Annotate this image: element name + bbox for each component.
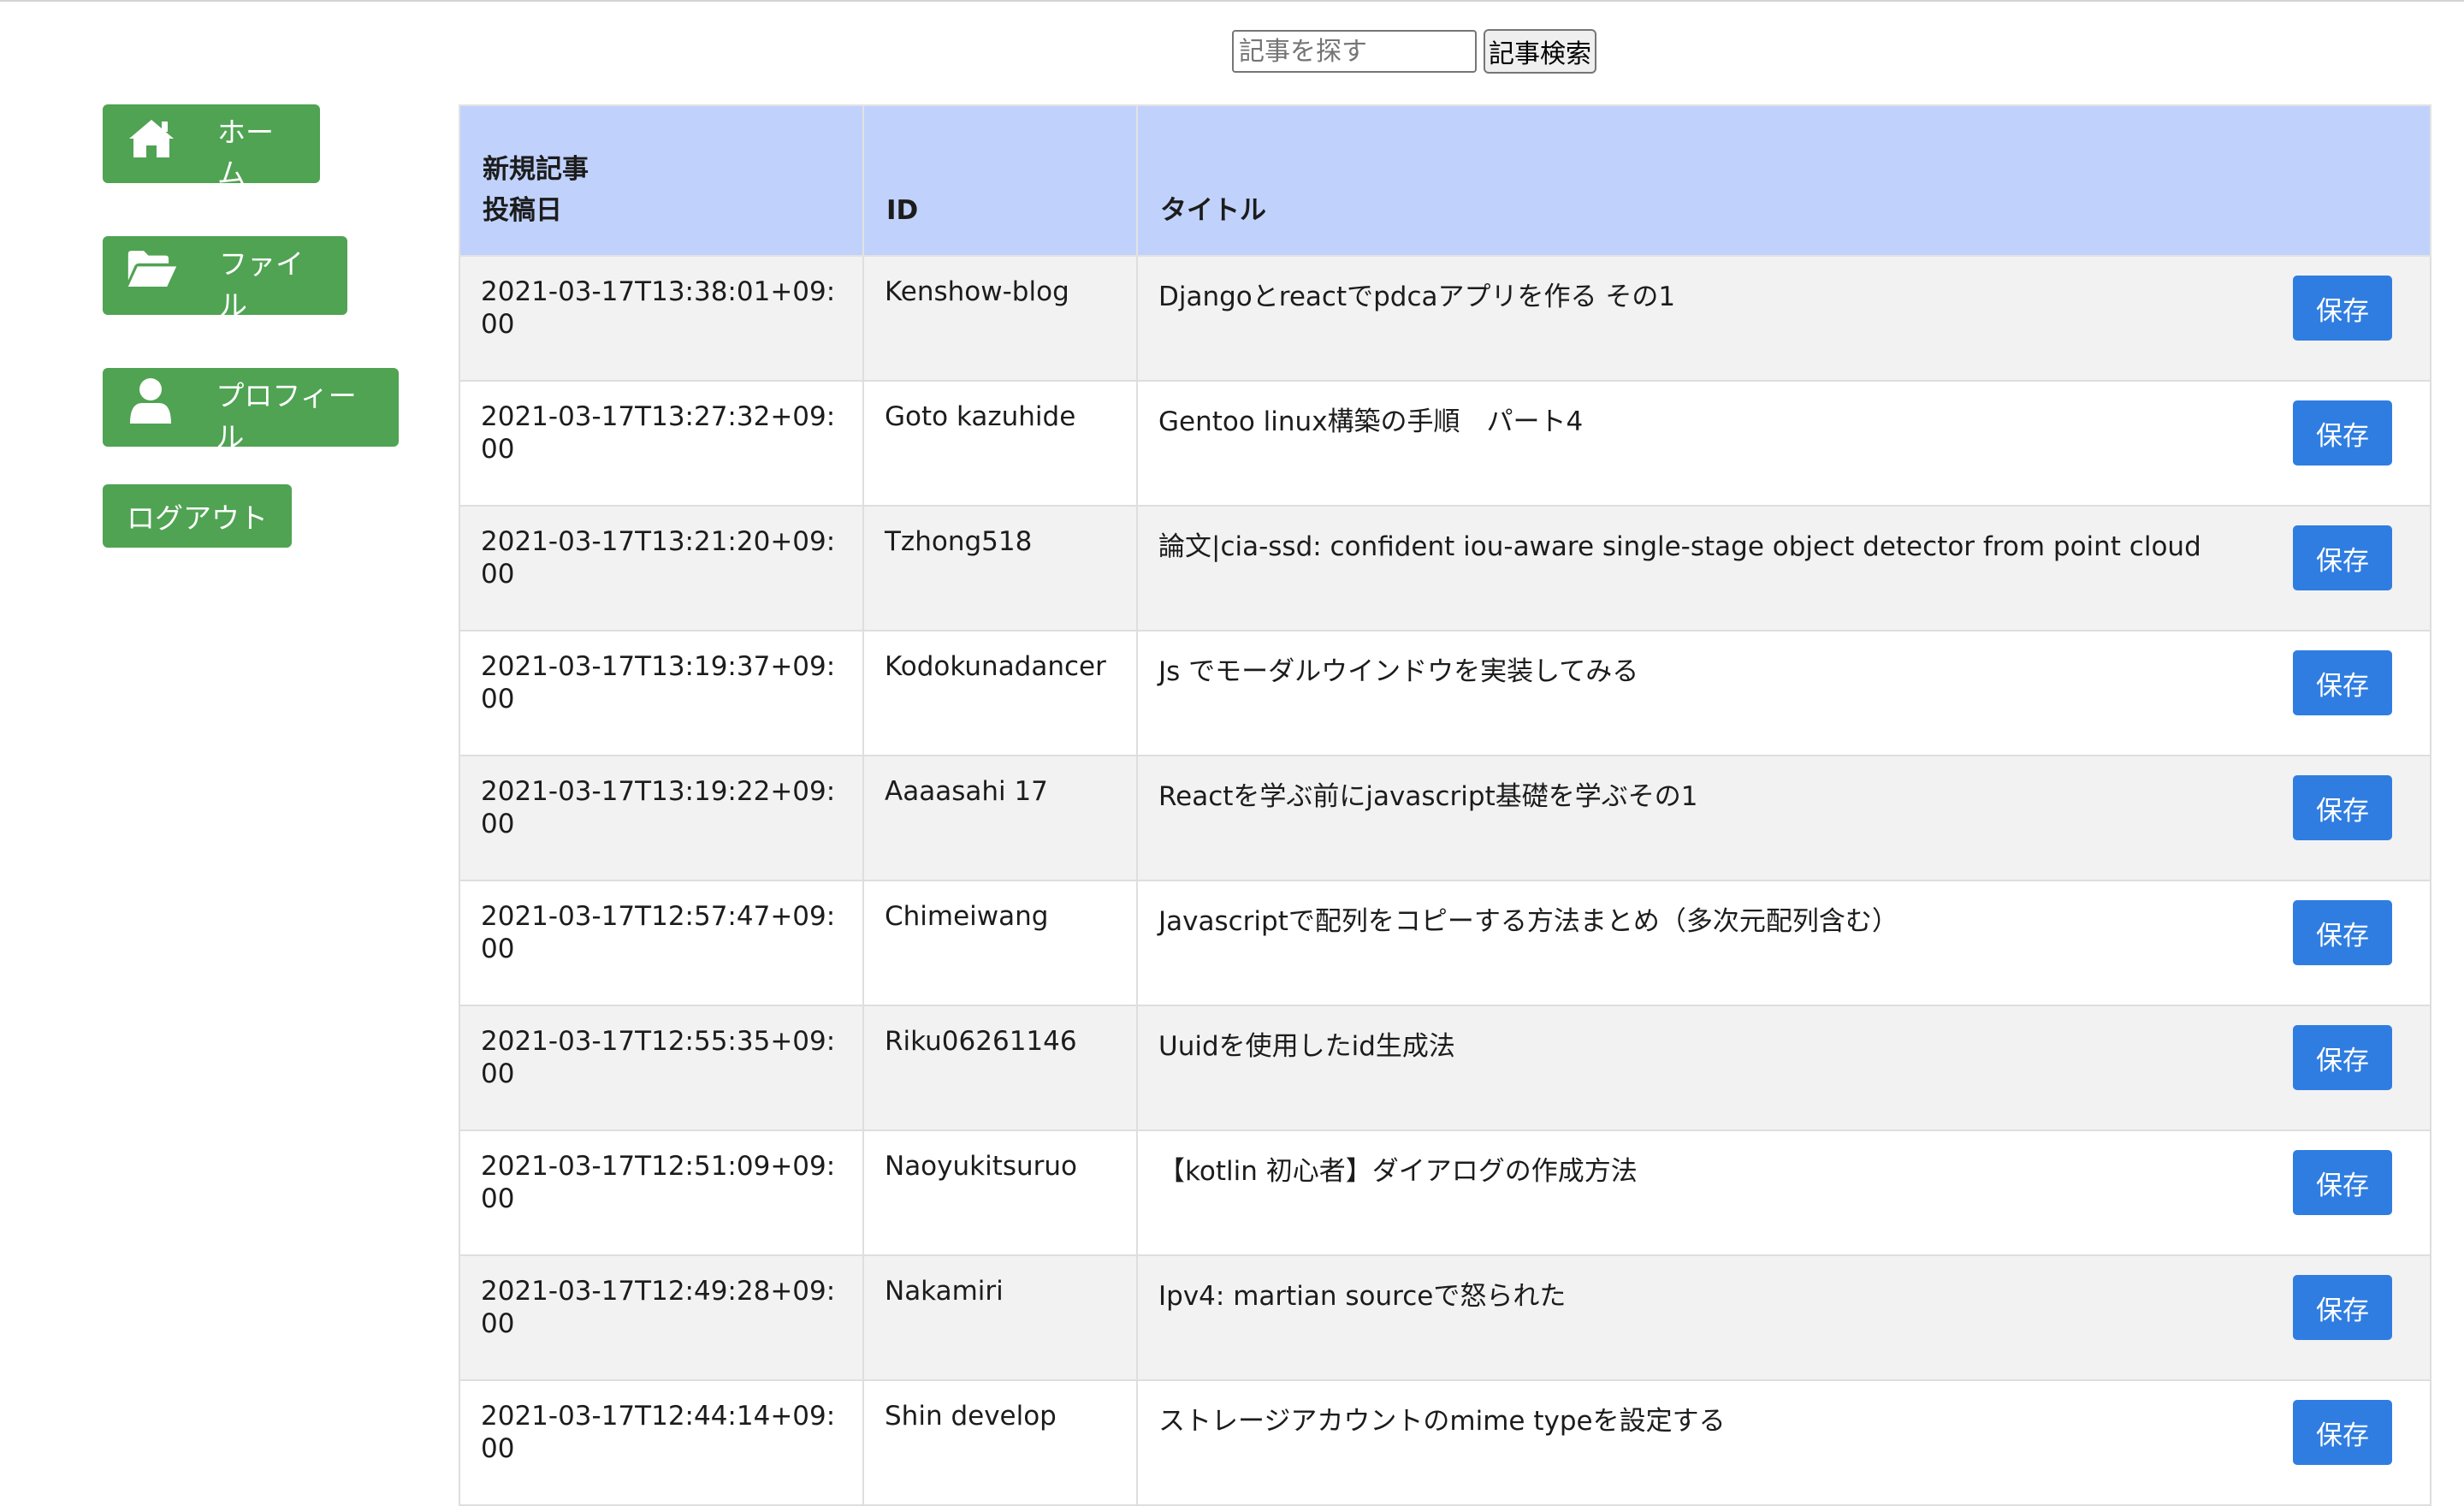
row-date: 2021-03-17T13:21:20+09:00	[459, 505, 864, 631]
row-id: Nakamiri	[862, 1254, 1138, 1381]
row-date: 2021-03-17T12:49:28+09:00	[459, 1254, 864, 1381]
row-id: Goto kazuhide	[862, 380, 1138, 507]
table-row: 2021-03-17T13:27:32+09:00 Goto kazuhide Ge…	[459, 380, 2431, 507]
save-button[interactable]: 保存	[2293, 900, 2392, 965]
table-row: 2021-03-17T13:21:20+09:00 Tzhong518 論文|cia…	[459, 505, 2431, 631]
row-date: 2021-03-17T12:55:35+09:00	[459, 1005, 864, 1131]
table-row: 2021-03-17T12:51:09+09:00 Naoyukitsuruo 【k…	[459, 1130, 2431, 1256]
row-date: 2021-03-17T12:51:09+09:00	[459, 1130, 864, 1256]
save-button[interactable]: 保存	[2293, 400, 2392, 465]
row-title[interactable]: Reactを学ぶ前にjavascript基礎を学ぶその1	[1158, 775, 2409, 813]
row-id: Kodokunadancer	[862, 630, 1138, 756]
sidebar-item-home[interactable]: ホーム	[103, 104, 320, 190]
table-body: 2021-03-17T13:38:01+09:00 Kenshow-blog Dja…	[459, 255, 2431, 1506]
row-title[interactable]: ストレージアカウントのmime typeを設定する	[1158, 1400, 2409, 1438]
row-title[interactable]: Javascriptで配列をコピーする方法まとめ（多次元配列含む）	[1158, 900, 2409, 938]
header-title: タイトル	[1136, 104, 2431, 257]
header-date-line2: 投稿日	[483, 195, 562, 226]
row-title[interactable]: Ipv4: martian sourceで怒られた	[1158, 1275, 2409, 1313]
row-date: 2021-03-17T12:57:47+09:00	[459, 880, 864, 1006]
save-button[interactable]: 保存	[2293, 525, 2392, 590]
table-row: 2021-03-17T13:19:22+09:00 Aaaasahi 17 Reac…	[459, 755, 2431, 881]
row-date: 2021-03-17T12:44:14+09:00	[459, 1379, 864, 1506]
row-title[interactable]: Gentoo linux構築の手順 パート4	[1158, 400, 2409, 438]
table-row: 2021-03-17T13:38:01+09:00 Kenshow-blog Dja…	[459, 255, 2431, 382]
table-row: 2021-03-17T12:55:35+09:00 Riku06261146 Uui…	[459, 1005, 2431, 1131]
row-title[interactable]: 【kotlin 初心者】ダイアログの作成方法	[1158, 1150, 2409, 1188]
row-id: Tzhong518	[862, 505, 1138, 631]
row-title-cell: Djangoとreactでpdcaアプリを作る その1 保存	[1136, 255, 2431, 382]
table-header-row: 新規記事投稿日 ID タイトル	[459, 104, 2431, 257]
folder-open-icon	[127, 244, 178, 295]
row-id: Kenshow-blog	[862, 255, 1138, 382]
row-date: 2021-03-17T13:38:01+09:00	[459, 255, 864, 382]
row-title[interactable]: 論文|cia-ssd: confident iou-aware single-s…	[1158, 525, 2409, 563]
sidebar: ホーム ファイル プロフィール ログアウト	[103, 104, 399, 548]
row-title-cell: 論文|cia-ssd: confident iou-aware single-s…	[1136, 505, 2431, 631]
search-button[interactable]: 記事検索	[1484, 29, 1596, 74]
top-border	[0, 0, 2464, 2]
table-row: 2021-03-17T12:57:47+09:00 Chimeiwang Javas…	[459, 880, 2431, 1006]
save-button[interactable]: 保存	[2293, 775, 2392, 840]
search-bar: 記事検索	[1232, 29, 1596, 74]
save-button[interactable]: 保存	[2293, 1025, 2392, 1090]
logout-button[interactable]: ログアウト	[103, 484, 292, 548]
save-button[interactable]: 保存	[2293, 650, 2392, 715]
row-id: Shin develop	[862, 1379, 1138, 1506]
row-date: 2021-03-17T13:27:32+09:00	[459, 380, 864, 507]
row-id: Naoyukitsuruo	[862, 1130, 1138, 1256]
header-id: ID	[862, 104, 1138, 257]
sidebar-item-file[interactable]: ファイル	[103, 236, 347, 322]
articles-table-wrapper: 新規記事投稿日 ID タイトル 2021-03-17T13:38:01+09:0…	[459, 104, 2431, 1506]
save-button[interactable]: 保存	[2293, 1150, 2392, 1215]
row-title-cell: Javascriptで配列をコピーする方法まとめ（多次元配列含む） 保存	[1136, 880, 2431, 1006]
save-button[interactable]: 保存	[2293, 276, 2392, 341]
row-id: Chimeiwang	[862, 880, 1138, 1006]
sidebar-item-label: ファイル	[219, 247, 304, 322]
sidebar-item-label: プロフィール	[216, 379, 357, 454]
row-title-cell: Gentoo linux構築の手順 パート4 保存	[1136, 380, 2431, 507]
search-input[interactable]	[1232, 30, 1477, 73]
row-title-cell: Reactを学ぶ前にjavascript基礎を学ぶその1 保存	[1136, 755, 2431, 881]
articles-table: 新規記事投稿日 ID タイトル 2021-03-17T13:38:01+09:0…	[459, 104, 2431, 1506]
sidebar-item-profile[interactable]: プロフィール	[103, 368, 399, 454]
row-title-cell: Ipv4: martian sourceで怒られた 保存	[1136, 1254, 2431, 1381]
save-button[interactable]: 保存	[2293, 1400, 2392, 1465]
row-title[interactable]: Djangoとreactでpdcaアプリを作る その1	[1158, 276, 2409, 313]
table-row: 2021-03-17T12:44:14+09:00 Shin develop ストレ…	[459, 1379, 2431, 1506]
row-date: 2021-03-17T13:19:37+09:00	[459, 630, 864, 756]
row-title-cell: Uuidを使用したid生成法 保存	[1136, 1005, 2431, 1131]
row-id: Aaaasahi 17	[862, 755, 1138, 881]
row-title[interactable]: Js でモーダルウインドウを実装してみる	[1158, 650, 2409, 688]
table-row: 2021-03-17T13:19:37+09:00 Kodokunadancer J…	[459, 630, 2431, 756]
row-title-cell: Js でモーダルウインドウを実装してみる 保存	[1136, 630, 2431, 756]
user-icon	[127, 376, 175, 427]
row-title[interactable]: Uuidを使用したid生成法	[1158, 1025, 2409, 1063]
table-row: 2021-03-17T12:49:28+09:00 Nakamiri Ipv4: m…	[459, 1254, 2431, 1381]
row-title-cell: 【kotlin 初心者】ダイアログの作成方法 保存	[1136, 1130, 2431, 1256]
home-icon	[127, 112, 176, 163]
row-title-cell: ストレージアカウントのmime typeを設定する 保存	[1136, 1379, 2431, 1506]
row-date: 2021-03-17T13:19:22+09:00	[459, 755, 864, 881]
header-date: 新規記事 投稿日	[459, 104, 864, 257]
save-button[interactable]: 保存	[2293, 1275, 2392, 1340]
row-id: Riku06261146	[862, 1005, 1138, 1131]
header-date-line1: 新規記事	[483, 154, 589, 185]
sidebar-item-label: ホーム	[217, 116, 274, 190]
